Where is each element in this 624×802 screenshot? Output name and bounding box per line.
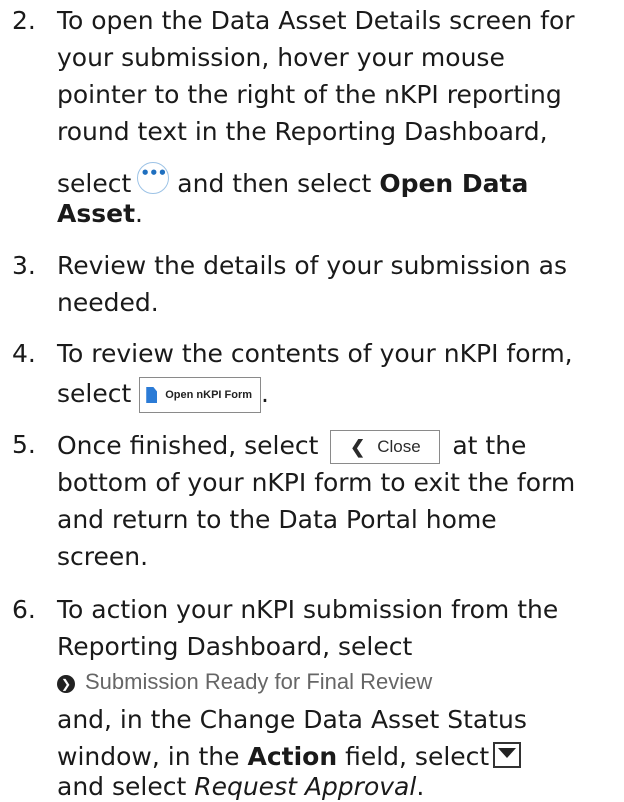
step-5-line-2: bottom of your nKPI form to exit the for…	[57, 468, 576, 497]
step-6-line-1: To action your nKPI submission from the	[57, 595, 559, 624]
step-2-line-4: round text in the Reporting Dashboard,	[57, 117, 548, 146]
step-number-5: 5.	[12, 430, 36, 459]
select-text: select	[57, 169, 132, 198]
step-2-line-1: To open the Data Asset Details screen fo…	[57, 6, 575, 35]
step-2-line-5: select ••• and then select Open Data	[57, 162, 528, 199]
submission-status-link[interactable]: ❯ Submission Ready for Final Review	[57, 668, 432, 696]
select-text: select	[57, 379, 132, 408]
chevron-left-icon: ❮	[350, 437, 366, 457]
step-6-line-4: window, in the Action field, select	[57, 742, 522, 772]
step-5-line-4: screen.	[57, 542, 149, 571]
step-2-line-6: Asset.	[57, 199, 143, 228]
step-5-line-1: Once finished, select ❮ Close at the	[57, 430, 526, 464]
step-3-line-1: Review the details of your submission as	[57, 251, 568, 280]
step-number-2: 2.	[12, 6, 36, 35]
action-field-label: Action	[247, 742, 338, 771]
request-approval-option: Request Approval	[194, 772, 417, 801]
step-2-line-3: pointer to the right of the nKPI reporti…	[57, 80, 562, 109]
step-6-line-5: and select Request Approval.	[57, 772, 425, 801]
step-4-line-2: select Open nKPI Form.	[57, 377, 269, 413]
step-number-4: 4.	[12, 339, 36, 368]
step-3-line-2: needed.	[57, 288, 159, 317]
dropdown-arrow-icon[interactable]	[493, 742, 522, 768]
step-5-line-3: and return to the Data Portal home	[57, 505, 497, 534]
more-options-icon[interactable]: •••	[137, 162, 170, 194]
step-6-line-2: Reporting Dashboard, select	[57, 632, 413, 661]
step-4-line-1: To review the contents of your nKPI form…	[57, 339, 573, 368]
open-data-asset-label: Open Data	[379, 169, 529, 198]
open-data-asset-label-2: Asset	[57, 199, 136, 228]
step-number-3: 3.	[12, 251, 36, 280]
document-icon	[146, 387, 158, 403]
step-6-line-3: and, in the Change Data Asset Status	[57, 705, 527, 734]
step-number-6: 6.	[12, 595, 36, 624]
arrow-circle-icon: ❯	[57, 675, 75, 693]
step-2-line-2: your submission, hover your mouse	[57, 43, 505, 72]
and-then-text: and then select	[177, 169, 372, 198]
open-nkpi-form-button[interactable]: Open nKPI Form	[139, 377, 262, 413]
close-button[interactable]: ❮ Close	[330, 430, 441, 464]
